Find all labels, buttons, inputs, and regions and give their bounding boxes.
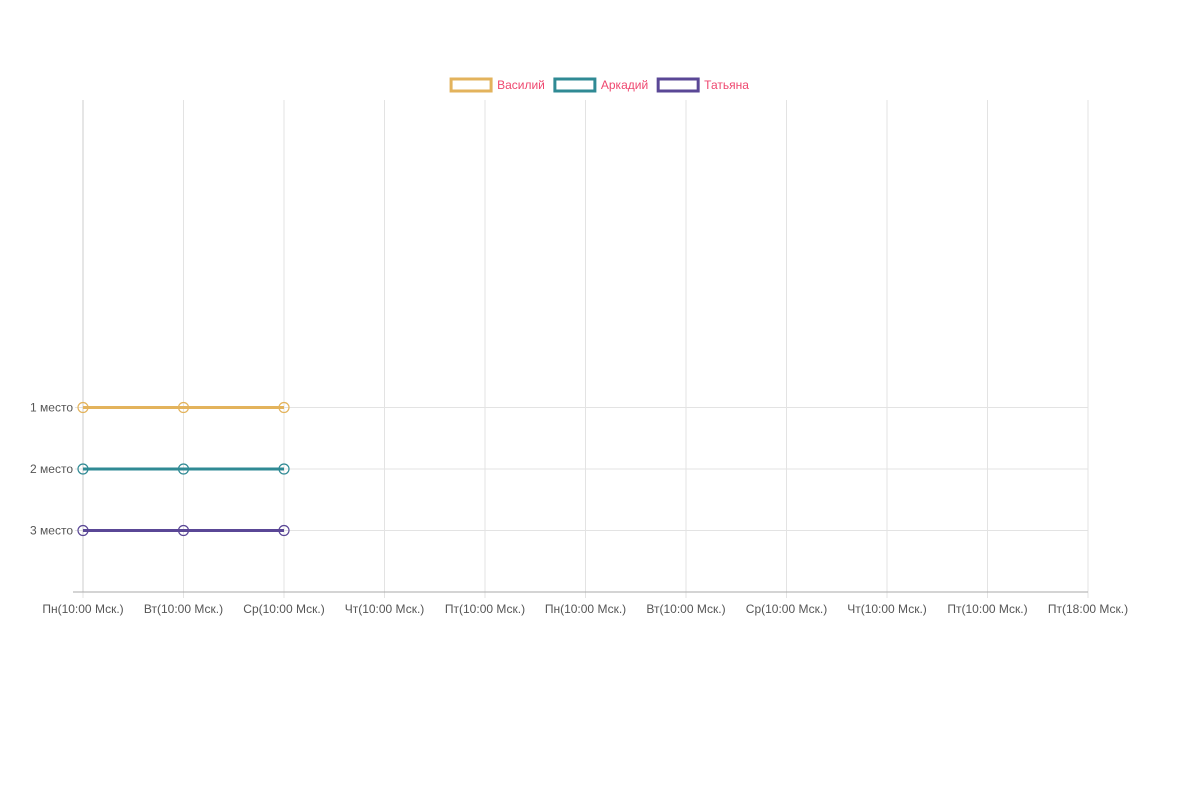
x-tick-label: Вт(10:00 Мск.) — [646, 602, 725, 616]
x-tick-label: Пн(10:00 Мск.) — [42, 602, 123, 616]
x-tick-label: Чт(10:00 Мск.) — [345, 602, 425, 616]
y-tick-label: 3 место — [30, 524, 73, 538]
legend-label: Татьяна — [704, 78, 749, 92]
x-tick-label: Пн(10:00 Мск.) — [545, 602, 626, 616]
x-tick-label: Чт(10:00 Мск.) — [847, 602, 927, 616]
x-tick-label: Ср(10:00 Мск.) — [746, 602, 827, 616]
grid — [75, 100, 1089, 598]
legend-swatch — [553, 77, 597, 93]
axes: Пн(10:00 Мск.) Вт(10:00 Мск.) Ср(10:00 Мск… — [30, 100, 1128, 616]
x-tick-label: Пт(18:00 Мск.) — [1048, 602, 1128, 616]
y-tick-label: 1 место — [30, 401, 73, 415]
x-tick-label: Ср(10:00 Мск.) — [243, 602, 324, 616]
legend-label: Василий — [497, 78, 545, 92]
x-tick-label: Пт(10:00 Мск.) — [947, 602, 1027, 616]
chart-container: Пн(10:00 Мск.) Вт(10:00 Мск.) Ср(10:00 Мск… — [0, 0, 1200, 800]
x-tick-label: Вт(10:00 Мск.) — [144, 602, 223, 616]
legend-swatch — [656, 77, 700, 93]
legend-swatch — [449, 77, 493, 93]
line-chart: Пн(10:00 Мск.) Вт(10:00 Мск.) Ср(10:00 Мск… — [30, 77, 1128, 616]
legend: Василий Аркадий Татьяна — [449, 77, 749, 93]
legend-label: Аркадий — [601, 78, 648, 92]
y-tick-label: 2 место — [30, 462, 73, 476]
x-tick-label: Пт(10:00 Мск.) — [445, 602, 525, 616]
